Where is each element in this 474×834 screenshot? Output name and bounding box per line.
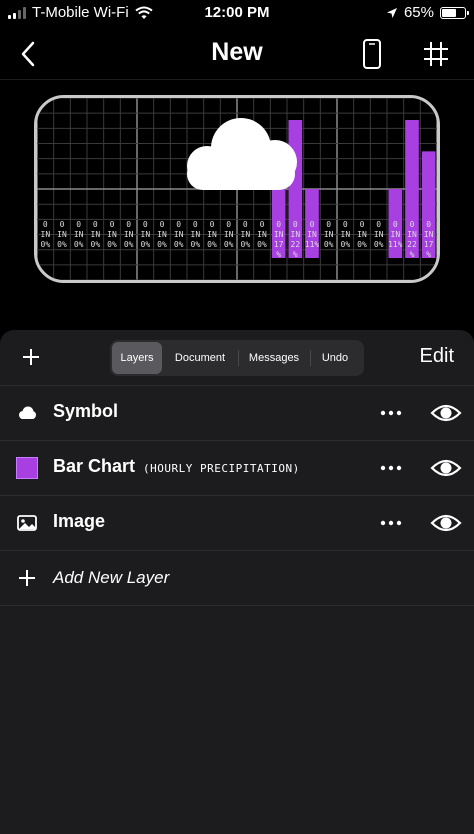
segmented-control: Layers Document Messages Undo: [110, 340, 364, 376]
layer-row-image[interactable]: Image: [0, 496, 474, 551]
bar-label: 0 IN 0%: [207, 220, 217, 249]
eye-icon[interactable]: [430, 510, 462, 536]
bar-labels: 0 IN 0% 0 IN 0% 0 IN 0% 0 IN 0% 0 IN 0% 0 IN 0% 0 IN 0% 0 IN 0%…: [37, 218, 437, 268]
layer-row-symbol[interactable]: Symbol: [0, 386, 474, 441]
tab-document[interactable]: Document: [162, 342, 238, 374]
bar-label: 0 IN 0%: [73, 220, 84, 249]
bar-label: 0 IN 0%: [157, 220, 167, 249]
add-new-layer-label: Add New Layer: [53, 568, 170, 587]
edit-button[interactable]: Edit: [420, 345, 454, 368]
bar-label: 0 IN 11%: [304, 220, 320, 249]
layers-sheet: Layers Document Messages Undo Edit Symbo…: [0, 330, 474, 834]
eye-icon[interactable]: [430, 455, 462, 481]
bar-label: 0 IN 0%: [223, 220, 234, 249]
bar-label: 0 IN 22%: [290, 220, 301, 259]
layer-subtitle: (HOURLY PRECIPITATION): [143, 462, 300, 475]
tab-layers[interactable]: Layers: [112, 342, 162, 374]
battery-icon: [440, 6, 469, 19]
layer-row-bar-chart[interactable]: Bar Chart (HOURLY PRECIPITATION): [0, 441, 474, 496]
battery-group: 65%: [386, 4, 469, 21]
widget-preview[interactable]: 0 IN 0% 0 IN 0% 0 IN 0% 0 IN 0% 0 IN 0% 0 IN 0% 0 IN 0% 0 IN 0%…: [34, 95, 440, 283]
cloud-icon: [187, 118, 297, 190]
bar-label: 0 IN 0%: [357, 220, 367, 249]
plus-icon: [19, 570, 35, 586]
location-arrow-icon: [386, 7, 397, 18]
layer-label: Symbol: [53, 401, 119, 421]
bar-label: 0 IN 0%: [173, 220, 184, 249]
grid-icon[interactable]: [422, 40, 450, 68]
eye-icon[interactable]: [430, 400, 462, 426]
purple-square-icon: [16, 457, 38, 479]
bar-label: 0 IN 17%: [273, 220, 284, 259]
add-new-layer-row[interactable]: Add New Layer: [0, 551, 474, 606]
more-icon[interactable]: [380, 403, 402, 423]
more-icon[interactable]: [380, 513, 402, 533]
bar-label: 0 IN 0%: [257, 220, 267, 249]
bar-label: 0 IN 0%: [240, 220, 251, 249]
cloud-icon: [19, 406, 36, 419]
tab-undo[interactable]: Undo: [310, 342, 360, 374]
more-icon[interactable]: [380, 458, 402, 478]
bar-label: 0 IN 0%: [57, 220, 67, 249]
bar-label: 0 IN 0%: [140, 220, 151, 249]
bar-label: 0 IN 0%: [340, 220, 351, 249]
bar-label: 0 IN 11%: [388, 220, 403, 249]
bar-label: 0 IN 0%: [40, 220, 51, 249]
tab-messages[interactable]: Messages: [238, 342, 310, 374]
bar-label: 0 IN 17%: [423, 220, 434, 259]
bar-label: 0 IN 0%: [190, 220, 201, 249]
bar-label: 0 IN 0%: [373, 220, 384, 249]
status-bar: T-Mobile Wi-Fi 12:00 PM 65%: [0, 0, 474, 28]
bar-label: 0 IN 0%: [90, 220, 101, 249]
page-title: New: [211, 38, 263, 66]
bar-label: 0 IN 22%: [407, 220, 417, 259]
bar-label: 0 IN 0%: [123, 220, 134, 249]
bar-label: 0 IN 0%: [107, 220, 117, 249]
layer-label: Bar Chart (HOURLY PRECIPITATION): [53, 456, 300, 476]
bar-label: 0 IN 0%: [323, 220, 334, 249]
layer-label: Image: [53, 511, 106, 531]
nav-bar: New: [0, 28, 474, 80]
phone-preview-icon[interactable]: [358, 38, 386, 70]
sheet-toolbar: Layers Document Messages Undo Edit: [0, 330, 474, 386]
photo-icon: [17, 515, 37, 531]
plus-icon[interactable]: [18, 344, 44, 370]
battery-percent: 65%: [403, 4, 434, 21]
